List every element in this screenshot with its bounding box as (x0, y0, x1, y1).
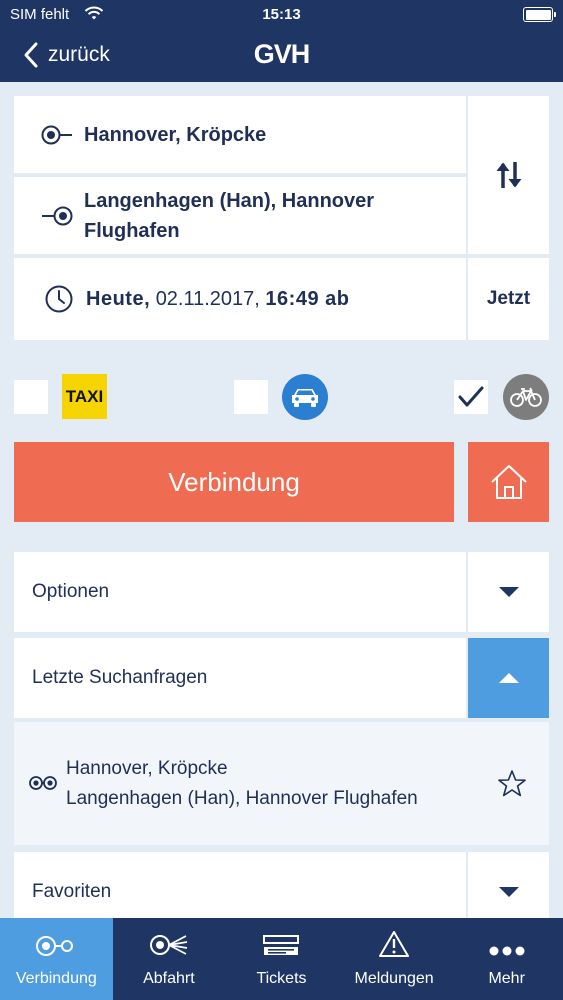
recent-searches-section[interactable]: Letzte Suchanfragen (14, 638, 466, 718)
nav-bar: zurück GVH (0, 30, 563, 82)
destination-text: Langenhagen (Han), Hannover Flughafen (84, 186, 374, 246)
recent-search-text: Hannover, Kröpcke Langenhagen (Han), Han… (66, 754, 418, 814)
connection-icon (36, 936, 74, 956)
tab-label: Verbindung (15, 970, 97, 987)
date-day: Heute, (86, 287, 151, 310)
swap-arrows-icon (496, 162, 521, 188)
options-toggle[interactable] (468, 552, 549, 632)
home-icon (490, 465, 527, 499)
checkmark-icon (458, 386, 484, 407)
chevron-down-icon (498, 887, 519, 897)
recent-from: Hannover, Kröpcke (66, 758, 228, 779)
taxi-checkbox[interactable] (14, 380, 48, 414)
taxi-badge: TAXI (62, 374, 107, 419)
now-button[interactable]: Jetzt (468, 258, 549, 340)
car-checkbox[interactable] (234, 380, 268, 414)
clock: 15:13 (262, 6, 301, 23)
swap-button[interactable] (468, 96, 549, 254)
date-value: 02.11.2017, (155, 287, 260, 310)
recent-search-item[interactable]: Hannover, Kröpcke Langenhagen (Han), Han… (14, 722, 549, 845)
chevron-up-icon (498, 673, 519, 683)
tab-label: Mehr (488, 970, 525, 987)
star-icon[interactable] (497, 769, 527, 798)
tab-abfahrt[interactable]: Abfahrt (113, 918, 226, 1000)
route-icon (29, 776, 57, 790)
tickets-icon (263, 935, 300, 955)
tab-label: Tickets (256, 970, 307, 987)
clock-icon (45, 285, 73, 313)
options-section[interactable]: Optionen (14, 552, 466, 632)
recent-searches-toggle[interactable] (468, 638, 549, 718)
destination-stop-icon (42, 206, 73, 225)
tab-label: Meldungen (354, 970, 434, 987)
bicycle-icon (503, 374, 549, 420)
brand-logo: GVH (253, 39, 311, 69)
tab-mehr[interactable]: Mehr (450, 918, 563, 1000)
departure-icon (149, 935, 188, 955)
datetime-field[interactable]: Heute, 02.11.2017, 16:49 ab (14, 258, 466, 340)
home-button[interactable] (468, 442, 549, 522)
bike-checkbox[interactable] (454, 380, 488, 414)
origin-stop-icon (41, 125, 72, 144)
origin-text: Hannover, Kröpcke (84, 123, 267, 146)
tab-label: Abfahrt (143, 970, 195, 987)
destination-field[interactable]: Langenhagen (Han), Hannover Flughafen (14, 177, 466, 254)
warning-icon (379, 931, 410, 957)
car-icon (282, 374, 328, 420)
tab-meldungen[interactable]: Meldungen (338, 918, 451, 1000)
more-icon (489, 946, 525, 956)
chevron-down-icon (498, 587, 519, 597)
tab-bar: Verbindung Abfahrt Tickets Meldungen Meh… (0, 918, 563, 1000)
tab-tickets[interactable]: Tickets (225, 918, 338, 1000)
time-value: 16:49 ab (265, 287, 350, 310)
datetime-text: Heute, 02.11.2017, 16:49 ab (86, 288, 349, 311)
tab-verbindung[interactable]: Verbindung (0, 918, 113, 1000)
search-connection-button[interactable]: Verbindung (14, 442, 454, 522)
recent-to: Langenhagen (Han), Hannover Flughafen (66, 788, 418, 809)
destination-line-2: Flughafen (84, 219, 180, 242)
status-bar: SIM fehlt 15:13 (0, 0, 563, 30)
destination-line-1: Langenhagen (Han), Hannover (84, 189, 375, 212)
origin-field[interactable]: Hannover, Kröpcke (14, 96, 466, 173)
battery-icon (523, 7, 556, 22)
